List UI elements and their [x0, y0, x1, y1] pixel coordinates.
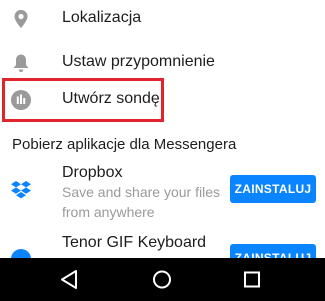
back-icon	[40, 270, 100, 301]
recents-button[interactable]	[222, 258, 282, 301]
install-button-tenor[interactable]: ZAINSTALUJ	[230, 244, 316, 258]
app-row-dropbox: Dropbox Save and share your files from a…	[0, 160, 325, 220]
home-button[interactable]	[132, 258, 192, 301]
menu-item-label: Ustaw przypomnienie	[62, 53, 215, 70]
dropbox-icon	[10, 179, 32, 201]
app-name: Tenor GIF Keyboard	[62, 234, 207, 251]
highlight-box	[2, 78, 164, 122]
tenor-gif-icon	[10, 248, 32, 258]
back-button[interactable]	[40, 258, 100, 301]
menu-item-label: Lokalizacja	[62, 9, 142, 26]
home-icon	[132, 270, 192, 301]
menu-item-location[interactable]: Lokalizacja	[0, 0, 325, 40]
android-navbar	[0, 258, 325, 301]
location-pin-icon	[10, 8, 32, 30]
apps-section-title: Pobierz aplikacje dla Messengera	[12, 136, 237, 153]
app-row-tenor: Tenor GIF Keyboard ZAINSTALUJ	[0, 228, 325, 258]
recents-icon	[222, 271, 282, 301]
install-button-dropbox[interactable]: ZAINSTALUJ	[230, 175, 316, 203]
app-name: Dropbox	[62, 164, 123, 181]
app-description: Save and share your files from anywhere	[62, 184, 220, 220]
bell-icon	[10, 52, 32, 74]
